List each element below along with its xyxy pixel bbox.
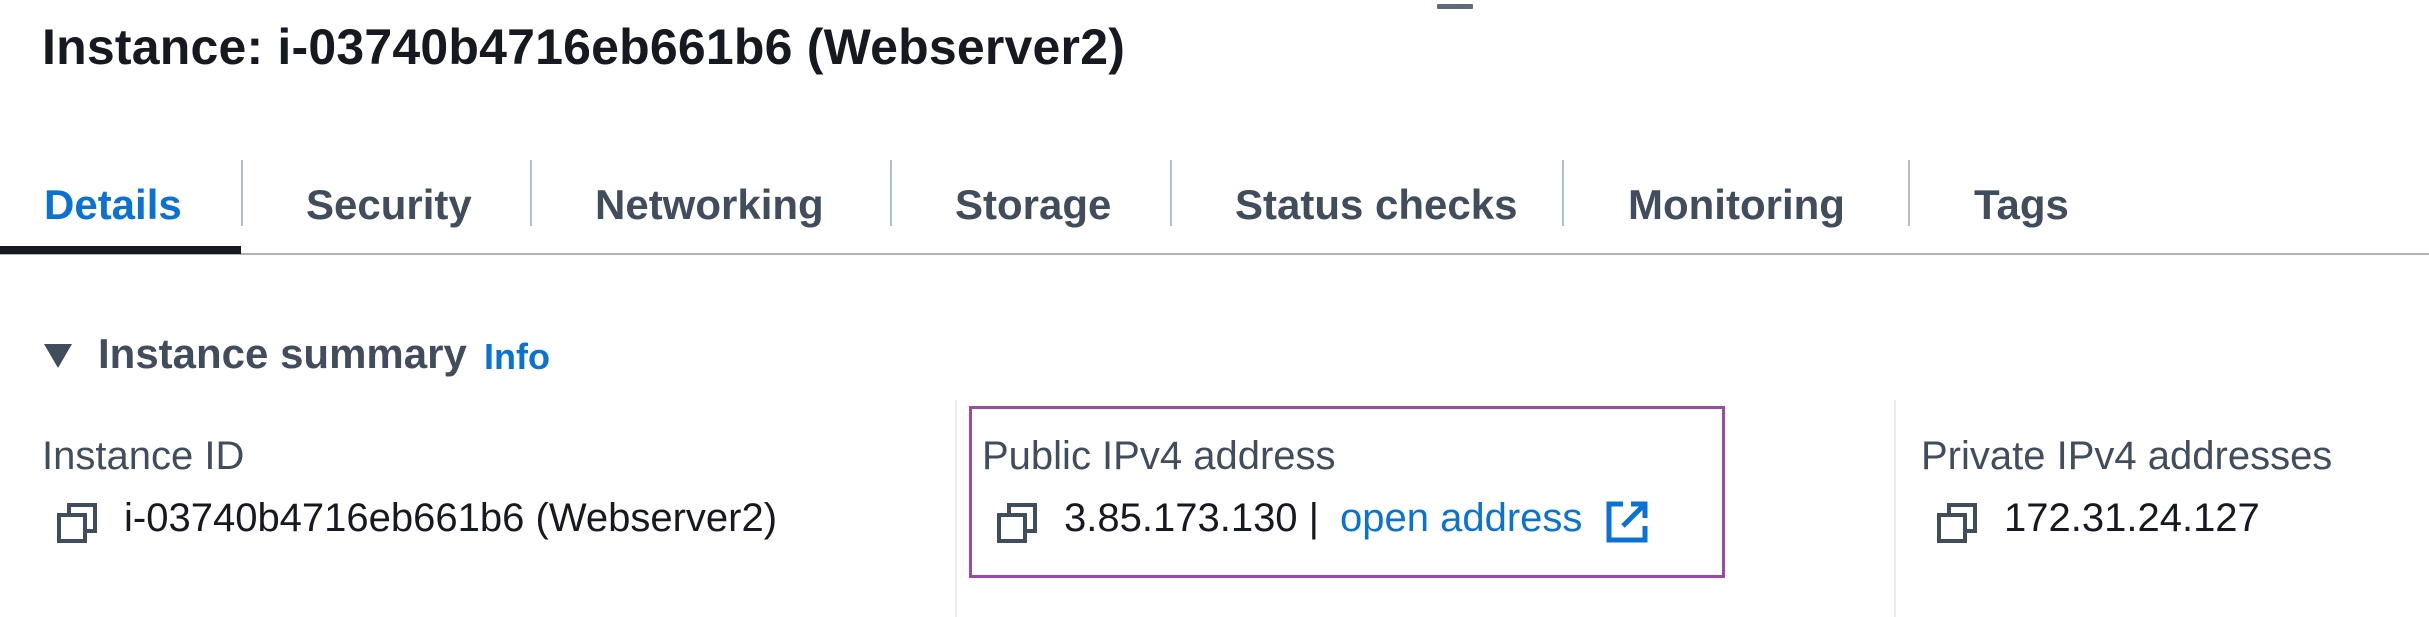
tab-tags[interactable]: Tags: [1974, 158, 2069, 252]
instance-id-label: Instance ID: [42, 434, 245, 478]
tab-status-checks[interactable]: Status checks: [1235, 158, 1517, 252]
public-ipv4-label: Public IPv4 address: [982, 434, 1336, 478]
tab-monitoring[interactable]: Monitoring: [1628, 158, 1845, 252]
tab-storage[interactable]: Storage: [955, 158, 1111, 252]
instance-details-page: Instance: i-03740b4716eb661b6 (Webserver…: [0, 0, 2429, 617]
section-title: Instance summary: [98, 330, 467, 377]
copy-icon[interactable]: [996, 502, 1038, 544]
highlight-box: [969, 406, 1725, 578]
tab-networking[interactable]: Networking: [595, 158, 824, 252]
info-link[interactable]: Info: [484, 336, 550, 378]
private-ipv4-value: 172.31.24.127: [2004, 496, 2260, 540]
external-link-icon[interactable]: [1605, 500, 1649, 544]
active-tab-indicator: [0, 246, 241, 254]
public-ipv4-value: 3.85.173.130 |: [1064, 496, 1320, 540]
page-title: Instance: i-03740b4716eb661b6 (Webserver…: [42, 19, 1126, 75]
private-ipv4-label: Private IPv4 addresses: [1921, 434, 2333, 478]
copy-icon[interactable]: [1936, 502, 1978, 544]
tab-details[interactable]: Details: [44, 158, 182, 252]
tab-security[interactable]: Security: [306, 158, 472, 252]
copy-icon[interactable]: [56, 502, 98, 544]
tab-separator: [890, 160, 892, 226]
tab-separator: [241, 160, 243, 226]
tab-separator: [1170, 160, 1172, 226]
column-divider: [955, 400, 957, 617]
column-divider: [1894, 400, 1896, 617]
tab-separator: [1908, 160, 1910, 226]
drag-handle[interactable]: [1437, 4, 1473, 9]
caret-down-icon[interactable]: [42, 340, 74, 372]
open-address-link[interactable]: open address: [1340, 496, 1582, 541]
instance-id-value: i-03740b4716eb661b6 (Webserver2): [124, 496, 778, 540]
tab-separator: [530, 160, 532, 226]
tabs-divider: [0, 253, 2429, 255]
tab-separator: [1562, 160, 1564, 226]
